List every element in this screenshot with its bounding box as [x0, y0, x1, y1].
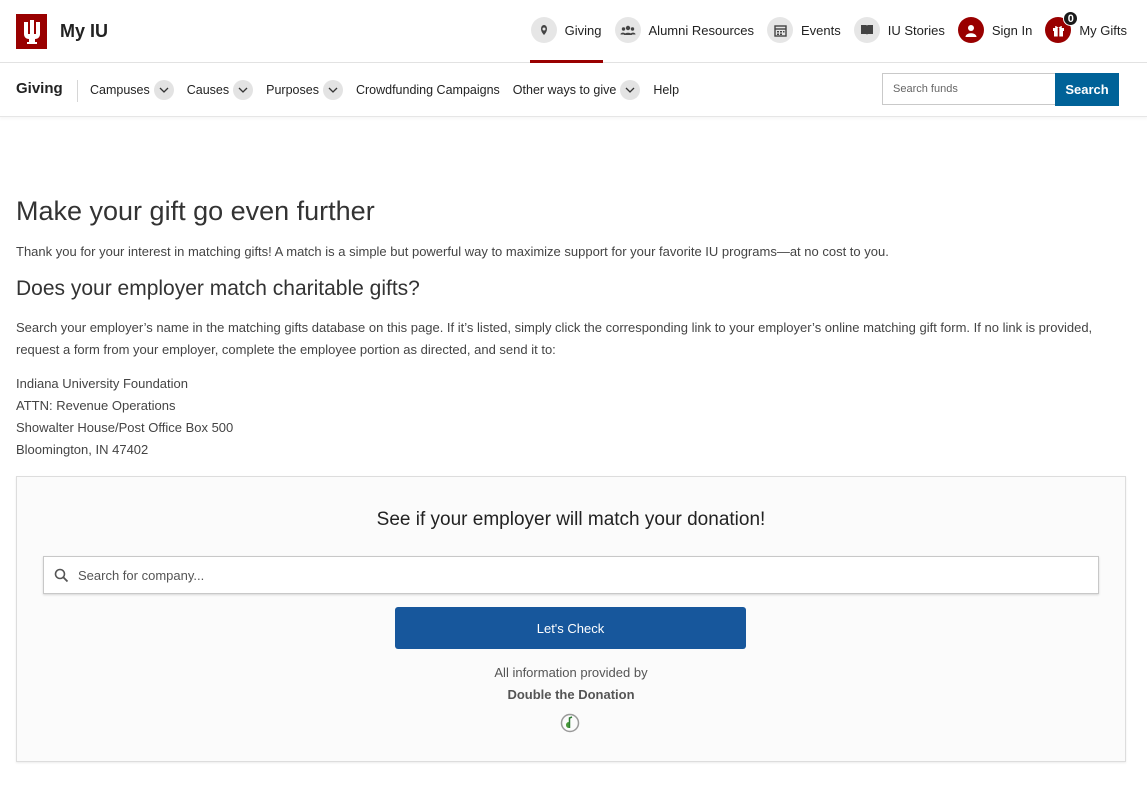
subnav-label: Help	[653, 83, 680, 97]
nav-iu-stories[interactable]: IU Stories	[853, 15, 945, 45]
company-search-input[interactable]	[78, 557, 1078, 593]
address-line: Indiana University Foundation	[16, 376, 188, 391]
nav-label-my-gifts: My Gifts	[1079, 22, 1127, 38]
subnav-label: Purposes	[266, 83, 319, 97]
nav-label-sign-in: Sign In	[991, 22, 1033, 38]
company-search-field[interactable]	[43, 556, 1099, 594]
subnav-label: Other ways to give	[512, 83, 617, 97]
search-button[interactable]: Search	[1055, 73, 1119, 106]
nav-my-gifts[interactable]: 0 My Gifts	[1045, 11, 1127, 45]
user-icon	[957, 17, 984, 43]
chevron-down-icon[interactable]	[322, 80, 343, 100]
chevron-down-icon[interactable]	[153, 80, 174, 100]
subnav-label: Causes	[186, 83, 230, 97]
nav-label-events: Events	[801, 22, 841, 38]
chevron-down-icon[interactable]	[620, 80, 641, 100]
address-line: Bloomington, IN 47402	[16, 442, 149, 457]
subnav-campuses[interactable]: Campuses	[90, 79, 174, 101]
subnav-crowdfunding[interactable]: Crowdfunding Campaigns	[356, 79, 500, 101]
subnav-other-ways[interactable]: Other ways to give	[513, 79, 641, 101]
mailing-address: Indiana University Foundation ATTN: Reve…	[16, 373, 233, 461]
site-title[interactable]: My IU	[60, 21, 108, 42]
top-nav: Giving Alumni Resources Events IU Storie…	[529, 11, 1127, 63]
nav-label-alumni: Alumni Resources	[648, 22, 755, 38]
giving-subnav: Giving Campuses Causes Purposes Crowdfun…	[0, 63, 1147, 117]
nav-label-giving: Giving	[564, 22, 602, 38]
subnav-purposes[interactable]: Purposes	[266, 79, 343, 101]
provided-by-text: All information provided by	[494, 665, 648, 680]
widget-title: See if your employer will match your don…	[376, 509, 766, 530]
nav-giving[interactable]: Giving	[529, 15, 603, 63]
instructions-text: Search your employer’s name in the match…	[16, 320, 1093, 357]
lets-check-button[interactable]: Let's Check	[395, 607, 746, 649]
giving-icon	[530, 17, 557, 43]
nav-alumni-resources[interactable]: Alumni Resources	[614, 15, 755, 45]
subnav-links: Campuses Causes Purposes Crowdfunding Ca…	[90, 79, 692, 101]
address-line: Showalter House/Post Office Box 500	[16, 420, 234, 435]
intro-text: Thank you for your interest in matching …	[16, 244, 889, 259]
top-header: My IU Giving Alumni Resources Events IU …	[0, 0, 1147, 63]
nav-sign-in[interactable]: Sign In	[957, 15, 1033, 45]
iu-trident-logo[interactable]	[16, 14, 47, 49]
chevron-down-icon[interactable]	[233, 80, 254, 100]
brand[interactable]: My IU	[16, 14, 108, 49]
subnav-label: Crowdfunding Campaigns	[355, 83, 500, 97]
subnav-causes[interactable]: Causes	[186, 79, 254, 101]
nav-label-stories: IU Stories	[887, 22, 945, 38]
provider-name[interactable]: Double the Donation	[17, 687, 1125, 702]
matching-gift-widget: See if your employer will match your don…	[16, 476, 1126, 762]
gift-count-badge: 0	[1063, 11, 1079, 26]
page-title: Make your gift go even further	[16, 196, 375, 226]
nav-events[interactable]: Events	[767, 15, 841, 45]
subnav-title[interactable]: Giving	[16, 80, 78, 102]
book-icon	[853, 17, 880, 43]
address-line: ATTN: Revenue Operations	[16, 398, 176, 413]
search-icon	[54, 568, 69, 588]
section-heading: Does your employer match charitable gift…	[16, 277, 420, 300]
subnav-help[interactable]: Help	[653, 79, 679, 101]
subnav-label: Campuses	[90, 83, 150, 97]
people-icon	[614, 17, 641, 43]
search-funds-input[interactable]	[882, 73, 1056, 105]
calendar-icon	[767, 17, 794, 43]
double-the-donation-logo-icon[interactable]	[560, 713, 580, 733]
